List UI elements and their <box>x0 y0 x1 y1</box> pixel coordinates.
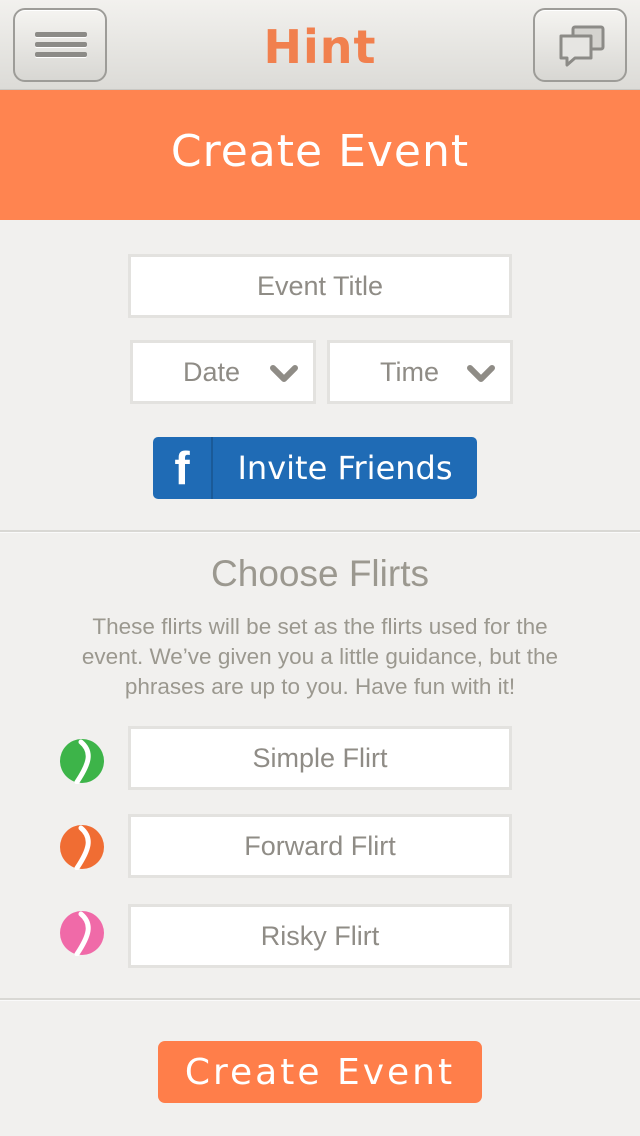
event-title-input[interactable]: Event Title <box>128 254 512 318</box>
simple-flirt-placeholder: Simple Flirt <box>252 742 388 773</box>
chat-bubbles-icon <box>559 25 605 67</box>
date-label: Date <box>183 356 241 387</box>
page-header: Create Event <box>0 90 640 220</box>
section-description: These flirts will be set as the flirts u… <box>81 614 559 699</box>
date-select[interactable]: Date <box>130 340 316 404</box>
forward-flirt-input[interactable]: Forward Flirt <box>128 814 512 878</box>
section-title: Choose Flirts <box>211 553 429 594</box>
orange-leaf-icon <box>60 825 104 870</box>
section-divider <box>0 530 640 533</box>
pink-leaf-icon <box>60 911 104 956</box>
event-title-placeholder: Event Title <box>256 270 384 301</box>
create-event-screen: Hint Create Event Event Title Date Time … <box>0 0 640 1136</box>
create-event-label: Create Event <box>184 1051 456 1093</box>
time-label: Time <box>380 356 439 387</box>
logo-text: Hint <box>263 20 377 74</box>
green-leaf-icon <box>60 739 104 784</box>
top-bar: Hint <box>0 0 640 90</box>
risky-flirt-input[interactable]: Risky Flirt <box>128 904 512 968</box>
risky-flirt-placeholder: Risky Flirt <box>260 920 380 951</box>
page-title: Create Event <box>170 126 470 177</box>
time-select[interactable]: Time <box>327 340 513 404</box>
invite-friends-button[interactable]: f Invite Friends <box>153 437 477 499</box>
chevron-down-icon <box>270 365 298 382</box>
forward-flirt-placeholder: Forward Flirt <box>244 830 396 861</box>
section-divider <box>0 998 640 1001</box>
invite-friends-label: Invite Friends <box>237 449 453 487</box>
create-event-button[interactable]: Create Event <box>158 1041 482 1103</box>
simple-flirt-input[interactable]: Simple Flirt <box>128 726 512 790</box>
facebook-icon: f <box>153 437 213 499</box>
chevron-down-icon <box>467 365 495 382</box>
messages-button[interactable] <box>533 8 627 82</box>
